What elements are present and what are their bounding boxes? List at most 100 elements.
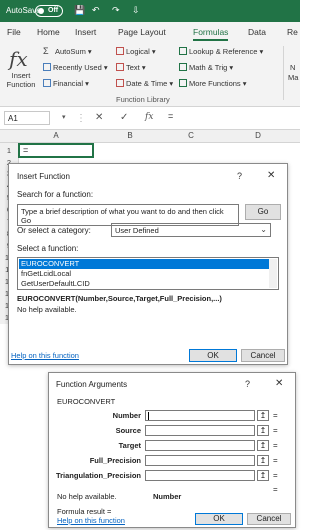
insert-function-button[interactable]: fx Insert Function	[0, 42, 40, 92]
function-library-group-label: Function Library	[116, 95, 170, 104]
lookup-reference-button[interactable]: Lookup & Reference ▾	[179, 47, 263, 56]
lookup-icon	[179, 47, 187, 55]
tab-data[interactable]: Data	[248, 27, 266, 37]
go-button[interactable]: Go	[245, 204, 281, 220]
logical-button[interactable]: Logical ▾	[116, 47, 156, 56]
tab-home[interactable]: Home	[37, 27, 60, 37]
autosum-button[interactable]: AutoSum ▾	[55, 47, 92, 56]
category-label: Or select a category:	[17, 226, 91, 235]
insert-function-fx-icon[interactable]: fx	[145, 112, 153, 122]
arg-equals: =	[273, 441, 278, 450]
tab-insert[interactable]: Insert	[75, 27, 96, 37]
column-header-d[interactable]: D	[216, 131, 300, 140]
select-function-label: Select a function:	[17, 244, 79, 253]
financial-label: Financial ▾	[53, 79, 89, 88]
collapse-dialog-icon[interactable]: ↥	[257, 470, 269, 481]
cut-off-label-2: Ma	[288, 73, 299, 82]
arg-label-target: Target	[118, 441, 141, 450]
result-equals: =	[273, 485, 278, 494]
date-time-label: Date & Time ▾	[126, 79, 174, 88]
text-label: Text ▾	[126, 63, 146, 72]
arg-label-full-precision: Full_Precision	[89, 456, 141, 465]
autosum-icon: Σ	[43, 46, 49, 56]
cancel-button[interactable]: Cancel	[241, 349, 285, 362]
cancel-button[interactable]: Cancel	[247, 513, 291, 525]
formula-bar: A1 ▾ ⋮ ✕ ✓ fx =	[0, 107, 300, 130]
ok-button[interactable]: OK	[195, 513, 243, 525]
ribbon-separator	[283, 46, 284, 100]
arg-input-full-precision[interactable]	[145, 455, 255, 466]
close-icon[interactable]: ✕	[267, 170, 275, 181]
math-trig-button[interactable]: Math & Trig ▾	[179, 63, 233, 72]
row-header-1[interactable]: 1	[0, 143, 19, 158]
text-cursor	[148, 412, 149, 420]
ok-button[interactable]: OK	[189, 349, 237, 362]
collapse-dialog-icon[interactable]: ↥	[257, 440, 269, 451]
dialog-title: Function Arguments	[56, 380, 128, 389]
tab-formulas[interactable]: Formulas	[193, 27, 229, 41]
math-trig-label: Math & Trig ▾	[189, 63, 234, 72]
recently-used-label: Recently Used ▾	[53, 63, 108, 72]
arg-input-source[interactable]	[145, 425, 255, 436]
tab-file[interactable]: File	[7, 27, 21, 37]
help-link[interactable]: Help on this function	[11, 351, 79, 360]
name-box-dropdown-icon[interactable]: ▾	[62, 113, 66, 121]
arg-input-number[interactable]	[145, 410, 255, 421]
arg-label-triangulation-precision: Triangulation_Precision	[55, 471, 141, 480]
collapse-dialog-icon[interactable]: ↥	[257, 455, 269, 466]
financial-icon	[43, 79, 51, 87]
date-time-button[interactable]: Date & Time ▾	[116, 79, 173, 88]
cancel-entry-icon[interactable]: ✕	[95, 112, 103, 123]
redo-icon[interactable]: ↷	[112, 5, 120, 16]
calendar-icon	[116, 79, 124, 87]
title-bar: AutoSave Off 💾 ↶ ↷ ⇩	[0, 0, 300, 22]
column-header-c[interactable]: C	[166, 131, 216, 140]
ribbon: fx Insert Function Σ AutoSum ▾ Recently …	[0, 42, 300, 107]
fx-icon: fx	[9, 47, 28, 71]
function-list[interactable]: EUROCONVERT fnGetLcidLocal GetUserDefaul…	[17, 257, 279, 290]
search-label: Search for a function:	[17, 190, 94, 199]
argument-help-text: No help available.	[57, 492, 117, 501]
collapse-dialog-icon[interactable]: ↥	[257, 425, 269, 436]
arg-input-triangulation-precision[interactable]	[145, 470, 255, 481]
more-functions-label: More Functions ▾	[189, 79, 247, 88]
column-header-b[interactable]: B	[94, 131, 166, 140]
undo-icon[interactable]: ↶	[92, 5, 100, 16]
cell-a1[interactable]: =	[18, 143, 94, 158]
list-item-euroconvert[interactable]: EUROCONVERT	[19, 259, 269, 269]
help-link[interactable]: Help on this function	[57, 516, 125, 525]
list-scrollbar[interactable]	[269, 259, 277, 288]
collapse-dialog-icon[interactable]: ↥	[257, 410, 269, 421]
tab-review[interactable]: Re	[287, 27, 298, 37]
more-functions-button[interactable]: More Functions ▾	[179, 79, 247, 88]
help-icon[interactable]: ?	[245, 379, 250, 389]
arg-label-source: Source	[115, 426, 141, 435]
name-box[interactable]: A1	[4, 111, 50, 125]
formula-input[interactable]: =	[168, 111, 173, 121]
confirm-entry-icon[interactable]: ✓	[120, 112, 128, 123]
category-select[interactable]: User Defined ⌄	[111, 223, 271, 237]
arg-equals: =	[273, 471, 278, 480]
text-button[interactable]: Text ▾	[116, 63, 146, 72]
help-icon[interactable]: ?	[237, 171, 242, 181]
tab-page-layout[interactable]: Page Layout	[118, 27, 166, 37]
recently-used-button[interactable]: Recently Used ▾	[43, 63, 108, 72]
arg-equals: =	[273, 411, 278, 420]
function-description: No help available.	[17, 305, 77, 314]
ribbon-tabs: File Home Insert Page Layout Formulas Da…	[0, 22, 300, 42]
list-item-fngetlcidlocal[interactable]: fnGetLcidLocal	[19, 269, 269, 279]
column-header-a[interactable]: A	[18, 131, 94, 140]
save-icon[interactable]: 💾	[74, 5, 85, 16]
financial-button[interactable]: Financial ▾	[43, 79, 89, 88]
close-icon[interactable]: ✕	[275, 378, 283, 389]
arg-equals: =	[273, 456, 278, 465]
arg-input-target[interactable]	[145, 440, 255, 451]
formula-result: Formula result =	[57, 507, 112, 516]
formula-bar-grip-icon: ⋮	[76, 113, 86, 124]
arg-equals: =	[273, 426, 278, 435]
customize-toolbar-icon[interactable]: ⇩	[132, 5, 140, 16]
toggle-knob	[38, 8, 44, 14]
list-item-getuserdefaultlcid[interactable]: GetUserDefaultLCID	[19, 279, 269, 289]
math-icon	[179, 63, 187, 71]
autosave-toggle[interactable]: Off	[35, 5, 63, 17]
